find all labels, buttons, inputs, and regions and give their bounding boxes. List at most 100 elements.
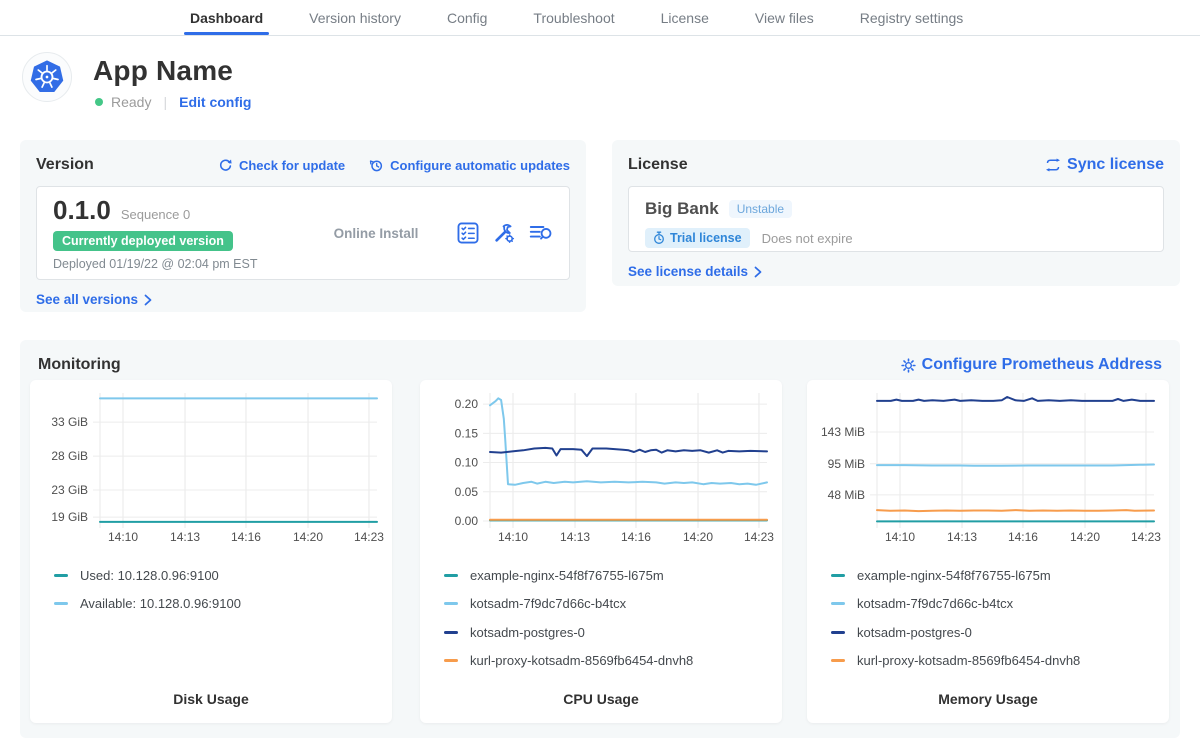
legend-label: kurl-proxy-kotsadm-8569fb6454-dnvh8	[470, 653, 693, 668]
line-plot: 14:1014:1314:1614:2014:230.200.150.100.0…	[420, 380, 782, 550]
tab-troubleshoot[interactable]: Troubleshoot	[533, 0, 614, 35]
ready-status-dot	[95, 98, 103, 106]
legend-swatch	[444, 659, 458, 662]
svg-text:143 MiB: 143 MiB	[821, 425, 865, 439]
edit-config-link[interactable]: Edit config	[179, 94, 251, 110]
memory-usage-chart-card: 14:1014:1314:1614:2014:23143 MiB95 MiB48…	[807, 380, 1169, 723]
stopwatch-icon	[653, 231, 665, 245]
channel-badge: Unstable	[729, 200, 792, 218]
monitoring-title: Monitoring	[38, 356, 121, 374]
legend-item: kurl-proxy-kotsadm-8569fb6454-dnvh8	[831, 652, 1080, 670]
legend-label: Available: 10.128.0.96:9100	[80, 596, 241, 611]
line-plot: 14:1014:1314:1614:2014:23143 MiB95 MiB48…	[807, 380, 1169, 550]
sync-arrows-icon	[1045, 158, 1061, 172]
svg-text:14:20: 14:20	[683, 530, 713, 544]
svg-text:0.15: 0.15	[455, 426, 479, 440]
legend-item: kotsadm-postgres-0	[444, 623, 693, 641]
line-plot: 14:1014:1314:1614:2014:2333 GiB28 GiB23 …	[30, 380, 392, 550]
tab-license[interactable]: License	[661, 0, 709, 35]
legend-label: kotsadm-postgres-0	[470, 625, 585, 640]
svg-text:14:20: 14:20	[293, 530, 323, 544]
page-title: App Name	[93, 55, 233, 87]
see-license-details-link[interactable]: See license details	[628, 264, 762, 279]
svg-text:14:10: 14:10	[498, 530, 528, 544]
legend-item: example-nginx-54f8f76755-l675m	[444, 566, 693, 584]
svg-text:23 GiB: 23 GiB	[51, 483, 88, 497]
legend-swatch	[54, 602, 68, 605]
tab-view-files[interactable]: View files	[755, 0, 814, 35]
svg-text:14:20: 14:20	[1070, 530, 1100, 544]
install-type-label: Online Install	[295, 226, 457, 241]
legend-swatch	[831, 659, 845, 662]
svg-text:0.10: 0.10	[455, 456, 479, 470]
legend-swatch	[54, 574, 68, 577]
refresh-icon	[218, 158, 233, 173]
legend-swatch	[444, 574, 458, 577]
legend-swatch	[831, 574, 845, 577]
svg-text:0.20: 0.20	[455, 397, 479, 411]
top-nav: Dashboard Version history Config Trouble…	[0, 0, 1200, 36]
svg-text:14:16: 14:16	[231, 530, 261, 544]
legend-swatch	[444, 631, 458, 634]
config-wrench-icon[interactable]	[493, 222, 515, 244]
svg-text:48 MiB: 48 MiB	[828, 488, 865, 502]
svg-text:14:10: 14:10	[108, 530, 138, 544]
configure-automatic-updates-link[interactable]: Configure automatic updates	[369, 158, 570, 173]
chart-title: Memory Usage	[807, 691, 1169, 707]
svg-text:14:23: 14:23	[1131, 530, 1161, 544]
configure-prometheus-link[interactable]: Configure Prometheus Address	[901, 356, 1162, 374]
svg-text:33 GiB: 33 GiB	[51, 415, 88, 429]
chevron-right-icon	[144, 294, 152, 306]
license-summary-row: Big Bank Unstable Trial license Does not…	[628, 186, 1164, 252]
see-all-versions-link[interactable]: See all versions	[36, 292, 152, 307]
svg-text:14:13: 14:13	[560, 530, 590, 544]
tab-registry-settings[interactable]: Registry settings	[860, 0, 963, 35]
svg-text:14:23: 14:23	[354, 530, 384, 544]
version-card-title: Version	[36, 156, 94, 174]
version-card: Version Check for update Configure autom…	[20, 140, 586, 312]
app-status: Ready	[111, 94, 151, 110]
deploy-logs-icon[interactable]	[529, 222, 553, 244]
deployed-badge: Currently deployed version	[53, 231, 233, 251]
svg-text:14:16: 14:16	[1008, 530, 1038, 544]
tab-version-history[interactable]: Version history	[309, 0, 401, 35]
chevron-right-icon	[754, 266, 762, 278]
svg-text:19 GiB: 19 GiB	[51, 510, 88, 524]
trial-license-badge: Trial license	[645, 228, 750, 248]
tab-config[interactable]: Config	[447, 0, 487, 35]
legend-swatch	[831, 631, 845, 634]
cpu-usage-chart-card: 14:1014:1314:1614:2014:230.200.150.100.0…	[420, 380, 782, 723]
legend-item: kotsadm-7f9dc7d66c-b4tcx	[444, 595, 693, 613]
preflight-checks-icon[interactable]	[457, 222, 479, 244]
app-avatar	[22, 52, 72, 102]
svg-text:14:16: 14:16	[621, 530, 651, 544]
check-for-update-link[interactable]: Check for update	[218, 158, 345, 173]
legend-label: kotsadm-7f9dc7d66c-b4tcx	[470, 596, 626, 611]
legend-item: Used: 10.128.0.96:9100	[54, 566, 241, 584]
sync-license-link[interactable]: Sync license	[1045, 156, 1164, 174]
legend-item: example-nginx-54f8f76755-l675m	[831, 566, 1080, 584]
legend-swatch	[831, 602, 845, 605]
kubernetes-logo-icon	[27, 57, 67, 97]
svg-text:0.05: 0.05	[455, 485, 479, 499]
legend-item: kurl-proxy-kotsadm-8569fb6454-dnvh8	[444, 652, 693, 670]
legend-label: example-nginx-54f8f76755-l675m	[470, 568, 664, 583]
legend-item: Available: 10.128.0.96:9100	[54, 595, 241, 613]
deployed-timestamp: Deployed 01/19/22 @ 02:04 pm EST	[53, 257, 295, 271]
monitoring-section: Monitoring Configure Prometheus Address …	[20, 340, 1180, 738]
license-customer-name: Big Bank	[645, 199, 719, 219]
tab-dashboard[interactable]: Dashboard	[190, 0, 263, 35]
chart-title: Disk Usage	[30, 691, 392, 707]
svg-text:14:10: 14:10	[885, 530, 915, 544]
sequence-label: Sequence 0	[121, 207, 190, 222]
divider: |	[159, 94, 171, 110]
legend-label: example-nginx-54f8f76755-l675m	[857, 568, 1051, 583]
current-version-row: 0.1.0 Sequence 0 Currently deployed vers…	[36, 186, 570, 280]
license-card: License Sync license Big Bank Unstable	[612, 140, 1180, 286]
legend-label: kotsadm-postgres-0	[857, 625, 972, 640]
svg-text:95 MiB: 95 MiB	[828, 457, 865, 471]
svg-text:0.00: 0.00	[455, 514, 479, 528]
disk-usage-chart-card: 14:1014:1314:1614:2014:2333 GiB28 GiB23 …	[30, 380, 392, 723]
chart-title: CPU Usage	[420, 691, 782, 707]
license-card-title: License	[628, 156, 688, 174]
